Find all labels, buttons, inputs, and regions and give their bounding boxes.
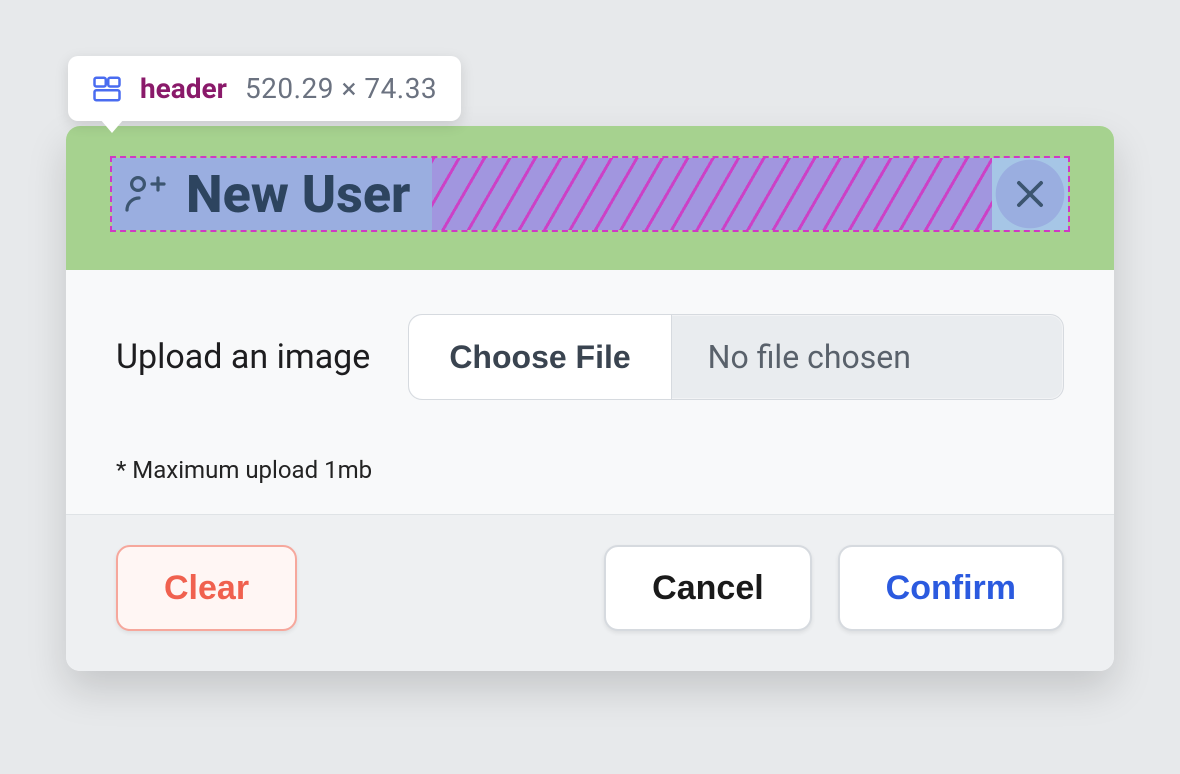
dialog-footer: Clear Cancel Confirm [66,514,1114,671]
upload-hint: * Maximum upload 1mb [116,456,1064,484]
inspector-element-name: header [140,72,227,105]
header-title-block: New User [112,158,432,230]
file-status-text: No file chosen [672,315,1063,399]
user-plus-icon [120,170,168,218]
devtools-inspector-tooltip: header 520.29 × 74.33 [68,56,461,121]
choose-file-button[interactable]: Choose File [409,315,671,399]
confirm-button[interactable]: Confirm [838,545,1064,631]
dialog-header-highlight: New User [66,126,1114,270]
dialog-title: New User [186,164,410,225]
dialog-header: New User [110,156,1070,232]
new-user-dialog: New User Upload an image Choose File No … [66,126,1114,671]
close-button[interactable] [992,158,1068,230]
layout-icon [92,74,122,104]
upload-label: Upload an image [116,337,370,377]
close-icon [1011,175,1049,213]
cancel-button[interactable]: Cancel [604,545,812,631]
inspector-dimensions: 520.29 × 74.33 [245,72,437,105]
upload-row: Upload an image Choose File No file chos… [116,314,1064,400]
file-input[interactable]: Choose File No file chosen [408,314,1064,400]
dialog-body: Upload an image Choose File No file chos… [66,270,1114,514]
clear-button[interactable]: Clear [116,545,297,631]
header-flex-gap-overlay [432,158,992,230]
